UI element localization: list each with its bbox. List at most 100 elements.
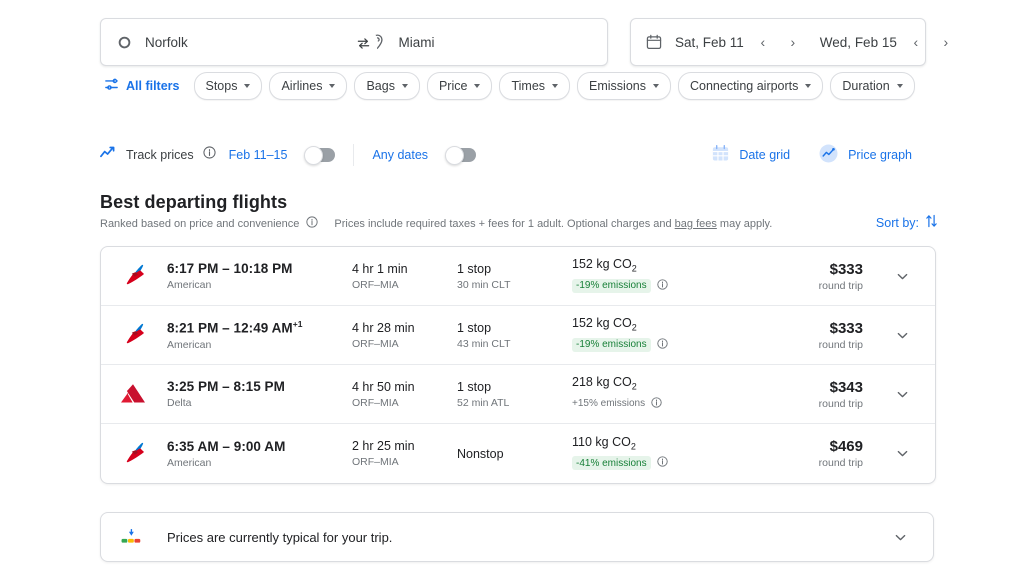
american-airlines-logo (119, 441, 149, 467)
flight-price: $343 (747, 379, 863, 396)
depart-next-day-button[interactable]: › (782, 31, 804, 53)
price-graph-label: Price graph (848, 148, 912, 162)
date-grid-button[interactable]: Date grid (697, 144, 804, 166)
filter-chip-label: Times (511, 79, 545, 93)
prices-note-post: may apply. (717, 218, 772, 230)
filter-chip-label: Price (439, 79, 467, 93)
all-filters-button[interactable]: All filters (100, 73, 194, 99)
emissions-badge: -41% emissions (572, 456, 651, 470)
return-date-cell[interactable]: Wed, Feb 15 ‹ › (820, 19, 957, 65)
filter-chip-bags[interactable]: Bags (354, 72, 420, 100)
filter-chip-connecting-airports[interactable]: Connecting airports (678, 72, 823, 100)
depart-prev-day-button[interactable]: ‹ (752, 31, 774, 53)
dates-group: Sat, Feb 11 ‹ › Wed, Feb 15 ‹ › (630, 18, 926, 66)
chevron-down-icon (895, 269, 910, 284)
co2-subscript: 2 (632, 264, 637, 274)
airline-logo (119, 263, 167, 289)
next-day-indicator: +1 (293, 319, 303, 329)
flight-expand-button[interactable] (885, 446, 919, 461)
view-switch-group: Date grid Price graph (697, 143, 926, 167)
co2-value: 152 kg CO (572, 316, 632, 330)
info-icon[interactable] (651, 395, 662, 413)
emissions-badge: +15% emissions (572, 398, 645, 409)
price-type: round trip (747, 280, 863, 292)
any-dates-toggle[interactable] (446, 148, 476, 162)
chevron-down-icon (402, 84, 408, 88)
price-insights-expand-button[interactable] (883, 530, 917, 545)
filter-chip-emissions[interactable]: Emissions (577, 72, 671, 100)
chevron-down-icon (895, 328, 910, 343)
toggle-knob (304, 146, 323, 165)
info-icon[interactable] (657, 336, 668, 354)
filter-chip-stops[interactable]: Stops (194, 72, 263, 100)
price-graph-button[interactable]: Price graph (804, 143, 926, 167)
track-dates-toggle[interactable] (305, 148, 335, 162)
prices-note: Prices include required taxes + fees for… (334, 218, 772, 230)
flight-row[interactable]: 3:25 PM – 8:15 PMDelta4 hr 50 minORF–MIA… (101, 365, 935, 424)
info-icon[interactable] (306, 216, 318, 231)
swap-origin-destination-button[interactable] (348, 28, 378, 58)
return-next-day-button[interactable]: › (935, 31, 957, 53)
chevron-down-icon (897, 84, 903, 88)
airline-logo (119, 441, 167, 467)
price-gauge-icon (119, 527, 167, 547)
price-cell: $333round trip (747, 320, 885, 351)
filter-chip-duration[interactable]: Duration (830, 72, 914, 100)
flight-route: ORF–MIA (352, 456, 457, 468)
flight-times-text: 6:17 PM – 10:18 PM (167, 261, 292, 276)
flight-expand-button[interactable] (885, 387, 919, 402)
flight-route: ORF–MIA (352, 397, 457, 409)
chevron-down-icon (895, 446, 910, 461)
circle-origin-icon (115, 33, 133, 51)
return-prev-day-button[interactable]: ‹ (905, 31, 927, 53)
filter-chip-times[interactable]: Times (499, 72, 570, 100)
flight-expand-button[interactable] (885, 269, 919, 284)
price-type: round trip (747, 339, 863, 351)
co2-amount: 218 kg CO2 (572, 375, 747, 392)
flight-price: $469 (747, 438, 863, 455)
filter-chip-label: Stops (206, 79, 238, 93)
destination-field[interactable] (354, 19, 608, 65)
co2-amount: 152 kg CO2 (572, 316, 747, 333)
price-insights-card[interactable]: Prices are currently typical for your tr… (100, 512, 934, 562)
depart-date-text: Sat, Feb 11 (675, 35, 744, 50)
info-icon[interactable] (203, 146, 216, 164)
duration-cell: 4 hr 1 minORF–MIA (352, 262, 457, 291)
flight-times: 6:35 AM – 9:00 AM (167, 439, 352, 454)
stop-detail: 52 min ATL (457, 397, 572, 409)
flight-route: ORF–MIA (352, 338, 457, 350)
price-cell: $343round trip (747, 379, 885, 410)
stops-cell: 1 stop43 min CLT (457, 321, 572, 350)
filter-chip-label: Connecting airports (690, 79, 798, 93)
info-icon[interactable] (657, 277, 668, 295)
depart-date-cell[interactable]: Sat, Feb 11 ‹ › (675, 19, 804, 65)
stops-cell: Nonstop (457, 447, 572, 461)
flight-row[interactable]: 6:35 AM – 9:00 AMAmerican2 hr 25 minORF–… (101, 424, 935, 483)
price-insights-text: Prices are currently typical for your tr… (167, 530, 883, 545)
info-icon[interactable] (657, 454, 668, 472)
filter-chip-price[interactable]: Price (427, 72, 492, 100)
flight-row[interactable]: 8:21 PM – 12:49 AM+1American4 hr 28 minO… (101, 306, 935, 365)
origin-input[interactable] (145, 35, 340, 50)
flight-expand-button[interactable] (885, 328, 919, 343)
emissions-delta-row: -19% emissions (572, 277, 747, 295)
emissions-cell: 152 kg CO2-19% emissions (572, 257, 747, 295)
origin-field[interactable] (101, 19, 354, 65)
chevron-down-icon (244, 84, 250, 88)
filter-chip-airlines[interactable]: Airlines (269, 72, 347, 100)
flight-times-cell: 8:21 PM – 12:49 AM+1American (167, 319, 352, 351)
sort-by-button[interactable]: Sort by: (876, 214, 938, 231)
date-grid-label: Date grid (739, 148, 790, 162)
flight-times-text: 8:21 PM – 12:49 AM (167, 321, 293, 336)
prices-note-pre: Prices include required taxes + fees for… (334, 218, 674, 230)
destination-input[interactable] (399, 35, 594, 50)
price-cell: $469round trip (747, 438, 885, 469)
bag-fees-link[interactable]: bag fees (675, 218, 717, 230)
flight-duration: 4 hr 50 min (352, 380, 457, 394)
toggle-knob (445, 146, 464, 165)
filter-chip-list: Stops AirlinesBags Price Times Emissions Conn… (194, 72, 922, 100)
emissions-delta-row: +15% emissions (572, 395, 747, 413)
flight-times-cell: 6:35 AM – 9:00 AMAmerican (167, 439, 352, 469)
return-date-text: Wed, Feb 15 (820, 35, 897, 50)
flight-row[interactable]: 6:17 PM – 10:18 PMAmerican4 hr 1 minORF–… (101, 247, 935, 306)
